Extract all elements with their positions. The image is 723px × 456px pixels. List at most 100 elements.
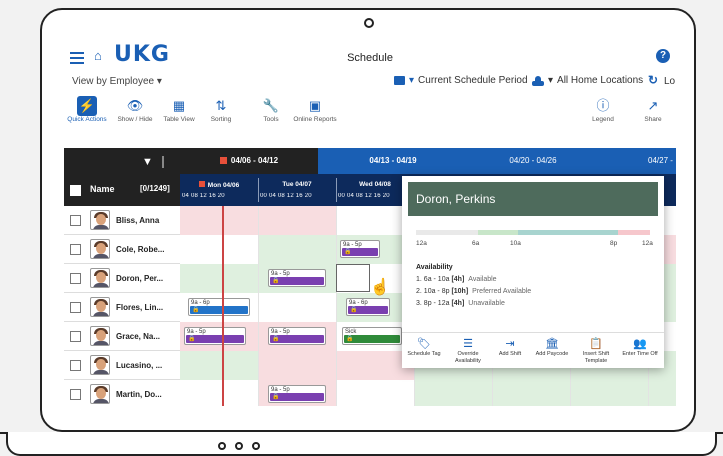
show-hide-button[interactable]: 👁 Show / Hide	[112, 96, 158, 124]
shift-block[interactable]: 9a - 6p 🔒	[346, 298, 390, 316]
schedule-cell[interactable]	[258, 235, 336, 264]
row-checkbox[interactable]	[70, 389, 81, 400]
week-tab-4[interactable]: 04/27 - 0	[598, 148, 676, 191]
row-checkbox[interactable]	[70, 244, 81, 255]
schedule-cell[interactable]	[336, 380, 414, 406]
view-by-dropdown[interactable]: View by Employee ▾	[72, 76, 162, 87]
employee-name[interactable]: Doron, Per...	[116, 274, 163, 283]
eye-icon: 👁	[126, 98, 144, 113]
shift-block[interactable]: 9a - 5p 🔒	[184, 327, 246, 345]
schedule-cell[interactable]	[258, 351, 336, 380]
schedule-cell[interactable]	[648, 380, 676, 406]
camera-icon	[364, 18, 374, 28]
help-icon[interactable]: ?	[656, 49, 670, 63]
shift-block[interactable]: 9a - 5p 🔒	[340, 240, 380, 258]
day-label: Mon 04/06	[207, 182, 240, 189]
schedule-cell[interactable]	[258, 206, 336, 235]
selected-cell[interactable]	[336, 264, 370, 292]
schedule-cell[interactable]	[180, 380, 258, 406]
schedule-period-selector[interactable]: ▾ Current Schedule Period	[394, 75, 528, 86]
row-checkbox[interactable]	[70, 331, 81, 342]
paycode-icon: 🏛	[545, 338, 559, 350]
avatar[interactable]	[90, 268, 110, 288]
employee-name[interactable]: Cole, Robe...	[116, 245, 164, 254]
avatar[interactable]	[90, 210, 110, 230]
table-row[interactable]: Martin, Do...	[64, 380, 676, 406]
schedule-cell[interactable]	[258, 293, 336, 322]
shift-block[interactable]: 9a - 6p 🔒	[188, 298, 250, 316]
row-checkbox[interactable]	[70, 215, 81, 226]
filter-icon[interactable]: ▼	[142, 156, 153, 168]
schedule-tag-button[interactable]: 🏷 Schedule Tag	[404, 337, 444, 358]
avatar[interactable]	[90, 297, 110, 317]
refresh-icon[interactable]: ↻	[648, 73, 658, 87]
schedule-cell[interactable]	[570, 380, 648, 406]
wrench-icon: 🔧	[262, 98, 280, 113]
hour-ticks: 04 08 12 16 20	[182, 193, 225, 199]
override-availability-button[interactable]: ☰ Override Availability	[448, 337, 488, 365]
employee-name[interactable]: Lucasino, ...	[116, 361, 162, 370]
row-checkbox[interactable]	[70, 302, 81, 313]
add-shift-button[interactable]: ⇥ Add Shift	[490, 337, 530, 358]
add-paycode-button[interactable]: 🏛 Add Paycode	[532, 337, 572, 358]
share-button[interactable]: ↗ Share	[630, 96, 676, 124]
view-bar: View by Employee ▾ ▾ Current Schedule Pe…	[64, 71, 676, 91]
week-tab-1[interactable]: 04/06 - 04/12	[180, 148, 318, 174]
schedule-cell[interactable]	[414, 380, 492, 406]
page-title: Schedule	[347, 52, 393, 64]
lock-icon: 🔒	[272, 394, 280, 400]
schedule-cell[interactable]	[180, 206, 258, 235]
insert-shift-template-button[interactable]: 📋 Insert Shift Template	[576, 337, 616, 365]
share-label: Share	[644, 116, 662, 123]
shift-block[interactable]: 9a - 5p 🔒	[268, 327, 326, 345]
shift-block[interactable]: 9a - 5p 🔒	[268, 269, 326, 287]
avatar[interactable]	[90, 326, 110, 346]
locations-icon	[532, 75, 544, 86]
hour-ticks: 00 04 08 12 16 20	[260, 193, 312, 199]
legend-button[interactable]: ⓘ Legend	[580, 96, 626, 124]
sorting-button[interactable]: ⇅ Sorting	[198, 96, 244, 124]
timeline-label: 12a	[642, 240, 653, 247]
action-label: Add Shift	[498, 351, 522, 357]
day-header-tue[interactable]: Tue 04/07 00 04 08 12 16 20	[258, 174, 336, 206]
hand-cursor-icon: ☝	[370, 279, 390, 296]
schedule-cell[interactable]	[180, 351, 258, 380]
online-reports-button[interactable]: ▣ Online Reports	[292, 96, 338, 124]
table-view-button[interactable]: ▦ Table View	[156, 96, 202, 124]
row-checkbox[interactable]	[70, 273, 81, 284]
day-gridline	[258, 206, 259, 406]
name-header-label[interactable]: Name	[90, 184, 115, 194]
avatar[interactable]	[90, 355, 110, 375]
quick-actions-button[interactable]: ⚡ Quick Actions	[64, 96, 110, 124]
day-header-mon[interactable]: Mon 04/06 04 08 12 16 20	[180, 174, 258, 206]
action-label: Schedule Tag	[407, 351, 441, 357]
action-label: Add Paycode	[535, 351, 569, 357]
schedule-cell[interactable]	[492, 380, 570, 406]
avatar[interactable]	[90, 239, 110, 259]
table-view-label: Table View	[163, 116, 195, 123]
tools-button[interactable]: 🔧 Tools	[248, 96, 294, 124]
employee-name[interactable]: Martin, Do...	[116, 390, 162, 399]
avatar[interactable]	[90, 384, 110, 404]
week-tab-2[interactable]: 04/13 - 04/19	[318, 148, 468, 174]
employee-name[interactable]: Flores, Lin...	[116, 303, 163, 312]
schedule-cell[interactable]	[180, 235, 258, 264]
column-resize-handle[interactable]	[162, 156, 164, 168]
locations-selector[interactable]: ▾ All Home Locations	[532, 75, 643, 86]
load-label[interactable]: Lo	[664, 76, 675, 87]
tools-label: Tools	[263, 116, 279, 123]
enter-time-off-button[interactable]: 👥 Enter Time Off	[620, 337, 660, 358]
week-tab-3[interactable]: 04/20 - 04/26	[468, 148, 598, 174]
online-reports-label: Online Reports	[293, 116, 337, 123]
row-checkbox[interactable]	[70, 360, 81, 371]
sorting-label: Sorting	[210, 116, 232, 123]
schedule-cell[interactable]	[180, 264, 258, 293]
shift-block[interactable]: 9a - 5p 🔒	[268, 385, 326, 403]
employee-name[interactable]: Grace, Na...	[116, 332, 160, 341]
select-all-checkbox[interactable]	[70, 185, 81, 196]
shift-block[interactable]: Sick 🔒	[342, 327, 402, 345]
shift-bar: 🔒	[342, 248, 378, 256]
sort-icon: ⇅	[215, 98, 227, 113]
current-week-marker-icon	[219, 157, 227, 164]
employee-name[interactable]: Bliss, Anna	[116, 216, 159, 225]
